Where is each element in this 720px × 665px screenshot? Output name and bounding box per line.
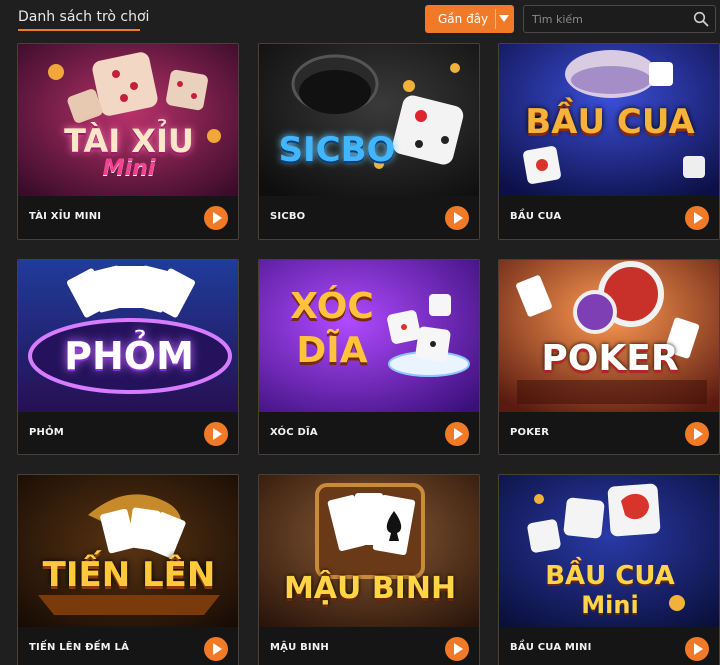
art-title: TÀI XỈU bbox=[64, 122, 194, 160]
game-card-bau-cua[interactable]: BẦU CUA BẦU CUA bbox=[498, 43, 720, 240]
game-thumbnail[interactable]: TÀI XỈU Mini bbox=[18, 44, 238, 196]
game-card-poker[interactable]: POKER POKER bbox=[498, 259, 720, 455]
title-underline bbox=[18, 29, 140, 31]
game-name: POKER bbox=[510, 427, 550, 438]
game-card-mau-binh[interactable]: MẬU BINH MẬU BINH bbox=[258, 474, 480, 665]
caret-down-icon bbox=[499, 15, 509, 22]
game-name: MẬU BINH bbox=[270, 642, 329, 653]
play-icon[interactable] bbox=[445, 637, 469, 661]
card-footer: PHỎM bbox=[18, 412, 238, 454]
art-subtitle: DĨA bbox=[296, 330, 368, 371]
game-name: BẦU CUA bbox=[510, 211, 562, 222]
art-title: BẦU CUA bbox=[525, 102, 695, 142]
game-card-sicbo[interactable]: SICBO SICBO bbox=[258, 43, 480, 240]
art-title: TIẾN LÊN bbox=[42, 555, 216, 595]
play-icon[interactable] bbox=[204, 637, 228, 661]
page-title: Danh sách trò chơi bbox=[18, 9, 150, 25]
game-card-xoc-dia[interactable]: XÓC DĨA XÓC DĨA bbox=[258, 259, 480, 455]
card-footer: BẦU CUA bbox=[499, 196, 719, 239]
game-card-phom[interactable]: PHỎM PHỎM bbox=[17, 259, 239, 455]
card-footer: MẬU BINH bbox=[259, 627, 479, 665]
game-thumbnail[interactable]: BẦU CUA bbox=[499, 44, 719, 196]
play-icon[interactable] bbox=[685, 637, 709, 661]
sort-dropdown[interactable]: Gần đây bbox=[425, 5, 514, 33]
game-thumbnail[interactable]: BẦU CUA Mini bbox=[499, 475, 719, 627]
play-icon[interactable] bbox=[204, 206, 228, 230]
game-name: TIẾN LÊN ĐẾM LÁ bbox=[29, 642, 130, 653]
card-footer: TIẾN LÊN ĐẾM LÁ bbox=[18, 627, 238, 665]
search-input[interactable] bbox=[532, 11, 692, 27]
game-name: TÀI XỈU MINI bbox=[29, 211, 102, 222]
art-title: MẬU BINH bbox=[283, 571, 457, 606]
game-thumbnail[interactable]: XÓC DĨA bbox=[259, 260, 479, 412]
play-icon[interactable] bbox=[445, 206, 469, 230]
art-title: POKER bbox=[541, 338, 679, 379]
card-footer: BẦU CUA MINI bbox=[499, 627, 719, 665]
game-card-bau-cua-mini[interactable]: BẦU CUA Mini BẦU CUA MINI bbox=[498, 474, 720, 665]
card-footer: TÀI XỈU MINI bbox=[18, 196, 238, 239]
game-name: XÓC DĨA bbox=[270, 427, 318, 438]
play-icon[interactable] bbox=[685, 206, 709, 230]
game-name: BẦU CUA MINI bbox=[510, 642, 592, 653]
dropdown-divider bbox=[495, 9, 496, 29]
game-name: SICBO bbox=[270, 211, 306, 222]
game-thumbnail[interactable]: TIẾN LÊN bbox=[18, 475, 238, 627]
art-title: PHỎM bbox=[64, 334, 194, 378]
header-bar: Danh sách trò chơi Gần đây bbox=[0, 0, 720, 38]
art-subtitle: Mini bbox=[102, 156, 156, 181]
card-footer: POKER bbox=[499, 412, 719, 454]
game-thumbnail[interactable]: PHỎM bbox=[18, 260, 238, 412]
art-title: BẦU CUA bbox=[545, 561, 675, 591]
game-card-tien-len-dem-la[interactable]: TIẾN LÊN TIẾN LÊN ĐẾM LÁ bbox=[17, 474, 239, 665]
play-icon[interactable] bbox=[204, 422, 228, 446]
play-icon[interactable] bbox=[685, 422, 709, 446]
card-footer: XÓC DĨA bbox=[259, 412, 479, 454]
card-footer: SICBO bbox=[259, 196, 479, 239]
art-title: XÓC bbox=[290, 286, 374, 327]
sort-dropdown-label: Gần đây bbox=[438, 12, 489, 26]
game-thumbnail[interactable]: POKER bbox=[499, 260, 719, 412]
game-card-tai-xiu-mini[interactable]: TÀI XỈU Mini TÀI XỈU MINI bbox=[17, 43, 239, 240]
art-title: SICBO bbox=[278, 130, 396, 170]
play-icon[interactable] bbox=[445, 422, 469, 446]
game-name: PHỎM bbox=[29, 427, 64, 438]
search-box bbox=[523, 5, 716, 33]
game-thumbnail[interactable]: SICBO bbox=[259, 44, 479, 196]
art-subtitle: Mini bbox=[581, 591, 639, 619]
game-thumbnail[interactable]: MẬU BINH bbox=[259, 475, 479, 627]
search-icon[interactable] bbox=[693, 11, 709, 27]
